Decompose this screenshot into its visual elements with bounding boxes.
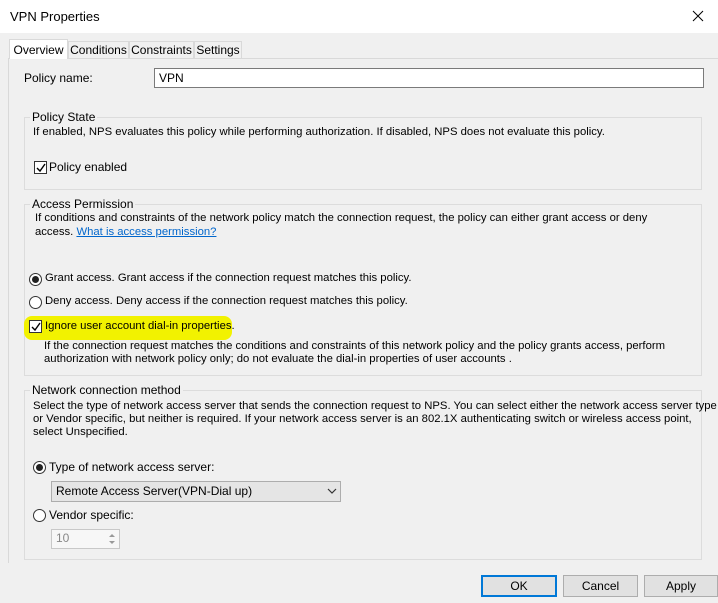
access-permission-help-link[interactable]: What is access permission? — [76, 226, 216, 238]
policy-name-input[interactable]: VPN — [154, 68, 704, 88]
server-type-select[interactable]: Remote Access Server(VPN-Dial up) — [51, 481, 341, 502]
vendor-specific-spinner[interactable]: 10 — [51, 529, 120, 549]
vendor-specific-label: Vendor specific: — [49, 508, 134, 522]
checkmark-icon — [36, 163, 46, 173]
close-button[interactable] — [686, 5, 710, 27]
spin-arrows-icon — [109, 534, 115, 544]
policy-name-label: Policy name: — [24, 71, 93, 85]
access-permission-description-2: access. What is access permission? — [35, 226, 216, 238]
radio-selected-dot — [32, 276, 39, 283]
policy-state-legend: Policy State — [30, 110, 98, 124]
type-of-server-label: Type of network access server: — [49, 460, 215, 474]
type-of-server-radio[interactable] — [33, 461, 46, 474]
checkmark-icon — [31, 322, 41, 332]
network-method-description-3: select Unspecified. — [33, 426, 128, 438]
policy-state-description: If enabled, NPS evaluates this policy wh… — [33, 126, 605, 138]
policy-enabled-label: Policy enabled — [49, 160, 128, 174]
tab-overview[interactable]: Overview — [9, 39, 68, 59]
cancel-button[interactable]: Cancel — [563, 575, 638, 597]
window-title: VPN Properties — [10, 9, 100, 24]
access-permission-description: If conditions and constraints of the net… — [35, 212, 648, 224]
ignore-dialin-checkbox[interactable] — [29, 320, 42, 333]
grant-access-radio[interactable] — [29, 273, 42, 286]
tab-settings[interactable]: Settings — [194, 41, 242, 58]
close-icon — [692, 10, 704, 22]
network-method-legend: Network connection method — [30, 383, 183, 397]
ignore-dialin-label: Ignore user account dial-in properties. — [45, 320, 235, 332]
server-type-selected-value: Remote Access Server(VPN-Dial up) — [56, 484, 253, 498]
policy-enabled-checkbox[interactable] — [34, 161, 47, 174]
access-text: access. — [35, 226, 74, 238]
title-bar — [0, 0, 718, 33]
tab-constraints[interactable]: Constraints — [129, 41, 194, 58]
vendor-specific-value: 10 — [56, 531, 70, 545]
chevron-down-icon — [327, 488, 337, 494]
network-method-description: Select the type of network access server… — [33, 400, 717, 412]
network-method-description-2: or Vendor specific, but neither is requi… — [33, 413, 692, 425]
deny-access-label: Deny access. Deny access if the connecti… — [45, 295, 408, 307]
deny-access-radio[interactable] — [29, 296, 42, 309]
radio-selected-dot — [36, 464, 43, 471]
ok-button[interactable]: OK — [481, 575, 557, 597]
grant-access-label: Grant access. Grant access if the connec… — [45, 272, 412, 284]
apply-button[interactable]: Apply — [644, 575, 718, 597]
ignore-dialin-description: If the connection request matches the co… — [44, 340, 666, 352]
ignore-dialin-description-2: authorization with network policy only; … — [44, 353, 512, 365]
access-permission-legend: Access Permission — [30, 197, 136, 211]
vendor-specific-radio[interactable] — [33, 509, 46, 522]
tab-conditions[interactable]: Conditions — [68, 41, 129, 58]
